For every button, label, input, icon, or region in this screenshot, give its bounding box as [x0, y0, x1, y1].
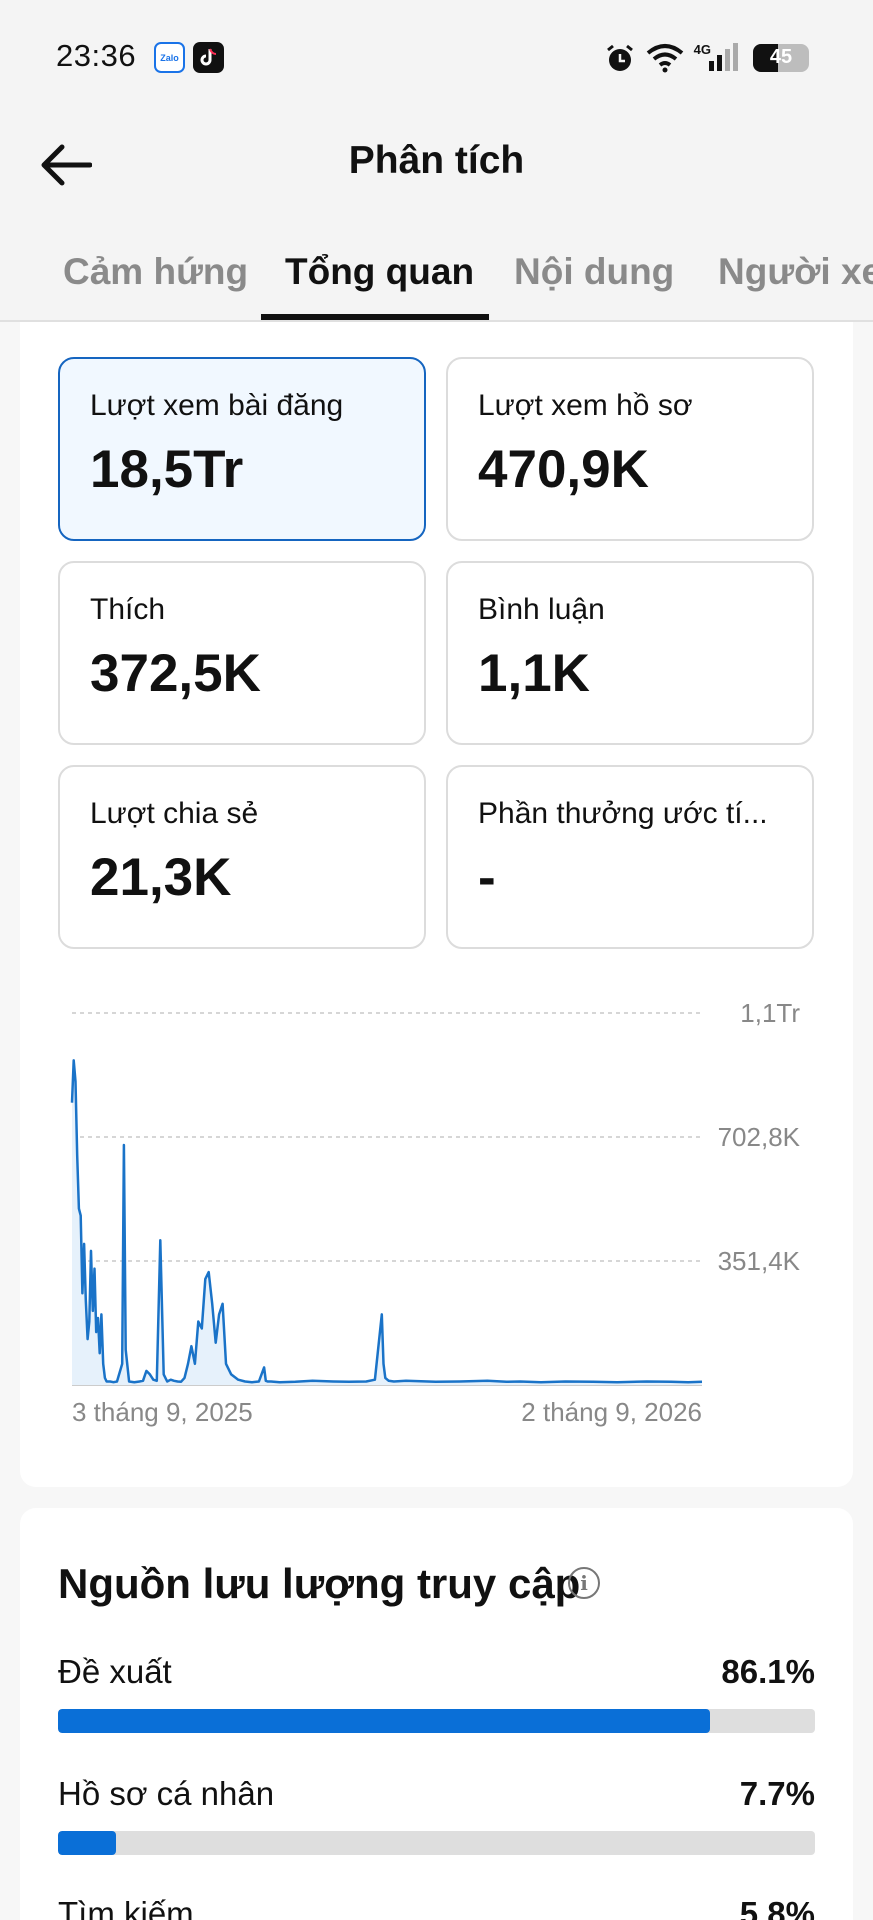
traffic-label: Tìm kiếm	[58, 1895, 194, 1920]
signal-icon	[709, 43, 738, 71]
metric-label: Bình luận	[478, 593, 605, 626]
post-views-chart[interactable]: 1,1Tr 702,8K 351,4K 3 tháng 9, 2025 2 tháng …	[60, 985, 820, 1435]
traffic-label: Đề xuất	[58, 1653, 172, 1690]
metric-card-profile-views[interactable]: Lượt xem hồ sơ 470,9K	[446, 357, 814, 541]
metric-label: Lượt chia sẻ	[90, 797, 259, 830]
status-time: 23:36	[56, 38, 137, 73]
metric-label: Lượt xem hồ sơ	[478, 389, 693, 422]
status-icons: 4G 45	[604, 40, 809, 76]
tab-inspiration[interactable]: Cảm hứng	[63, 251, 248, 293]
active-tab-indicator	[261, 314, 489, 320]
network-label: 4G	[693, 41, 711, 57]
chart-area	[72, 1060, 702, 1385]
chart-series-line	[70, 1059, 703, 1384]
battery-level: 45	[769, 46, 793, 68]
traffic-value: 86.1%	[721, 1653, 815, 1690]
chart-y-tick-label: 702,8K	[718, 1122, 801, 1152]
traffic-value: 7.7%	[739, 1775, 815, 1812]
metric-card-post-views[interactable]: Lượt xem bài đăng 18,5Tr	[58, 357, 426, 541]
wifi-icon	[646, 44, 683, 73]
tab-content[interactable]: Nội dung	[514, 251, 674, 293]
traffic-label: Hồ sơ cá nhân	[58, 1775, 275, 1812]
traffic-sources-panel: Nguồn lưu lượng truy cập i Đề xuất 86.1%…	[20, 1508, 853, 1920]
metric-value: 470,9K	[478, 440, 649, 499]
tab-viewers[interactable]: Người xem	[718, 251, 873, 293]
metric-card-shares[interactable]: Lượt chia sẻ 21,3K	[58, 765, 426, 949]
metric-card-comments[interactable]: Bình luận 1,1K	[446, 561, 814, 745]
chart-y-tick-label: 1,1Tr	[740, 998, 800, 1028]
traffic-track	[58, 1831, 815, 1855]
metric-value: 21,3K	[90, 848, 232, 907]
metric-card-likes[interactable]: Thích 372,5K	[58, 561, 426, 745]
tab-overview[interactable]: Tổng quan	[285, 251, 474, 293]
metric-label: Lượt xem bài đăng	[90, 389, 344, 422]
metric-value: 372,5K	[90, 644, 261, 703]
metric-value: -	[478, 848, 496, 907]
tiktok-icon	[193, 42, 224, 73]
metric-value: 1,1K	[478, 644, 590, 703]
chart-x-tick-label: 2 tháng 9, 2026	[521, 1397, 702, 1427]
battery-icon: 45	[753, 44, 809, 72]
status-bar: 23:36 Zalo 4G 45	[0, 0, 873, 115]
metric-label: Phần thưởng ước tí...	[478, 797, 768, 830]
tab-bar: Cảm hứng Tổng quan Nội dung Người xem	[0, 225, 873, 322]
metric-value: 18,5Tr	[90, 440, 244, 499]
chart-y-tick-label: 351,4K	[718, 1246, 801, 1276]
traffic-value: 5.8%	[739, 1895, 815, 1920]
zalo-icon: Zalo	[154, 42, 185, 73]
page-title: Phân tích	[348, 139, 525, 182]
info-icon[interactable]: i	[568, 1567, 600, 1599]
app-header: Phân tích	[0, 115, 873, 225]
traffic-title: Nguồn lưu lượng truy cập	[58, 1560, 581, 1607]
metric-card-estimated-rewards[interactable]: Phần thưởng ước tí... -	[446, 765, 814, 949]
traffic-bar	[58, 1709, 710, 1733]
traffic-bar	[58, 1831, 117, 1855]
chart-x-tick-label: 3 tháng 9, 2025	[72, 1397, 253, 1427]
alarm-icon	[606, 44, 633, 71]
traffic-track	[58, 1709, 815, 1733]
metric-label: Thích	[90, 593, 166, 626]
